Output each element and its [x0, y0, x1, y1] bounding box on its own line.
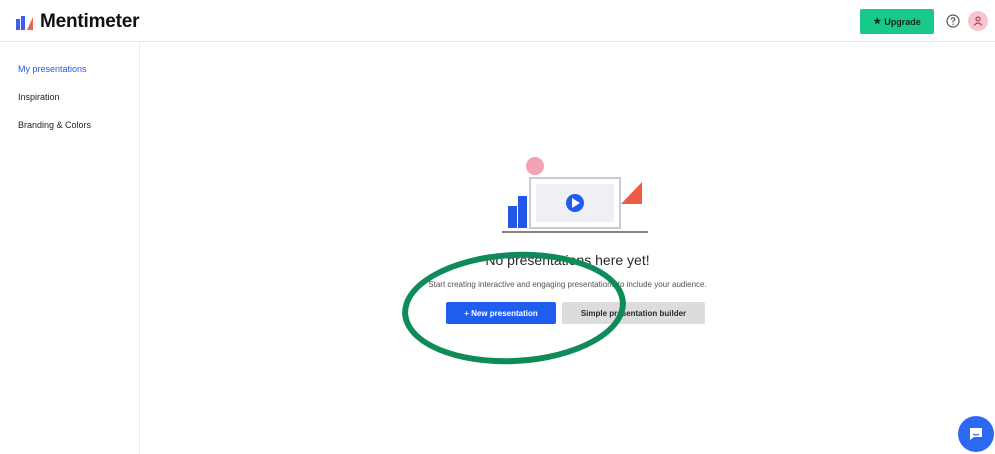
main-content: No presentations here yet! Start creatin… — [140, 42, 995, 454]
sidebar-item-branding-colors[interactable]: Branding & Colors — [0, 118, 139, 146]
sidebar-item-my-presentations[interactable]: My presentations — [0, 62, 139, 90]
chat-bubble-icon — [970, 428, 982, 440]
sidebar-item-inspiration[interactable]: Inspiration — [0, 90, 139, 118]
app-root: Mentimeter ★ Upgrade My presentations In… — [0, 0, 995, 454]
chat-launcher-button[interactable] — [958, 416, 994, 452]
blue-bar-short — [508, 206, 517, 228]
star-icon: ★ — [873, 16, 882, 26]
pink-circle-shape — [526, 157, 544, 175]
user-icon — [973, 16, 983, 26]
top-bar: Mentimeter ★ Upgrade — [0, 0, 995, 42]
upgrade-label: Upgrade — [884, 16, 921, 27]
mentimeter-logo-icon — [16, 16, 33, 30]
blue-bar-tall — [518, 196, 527, 228]
empty-state-title: No presentations here yet! — [485, 252, 650, 268]
avatar[interactable] — [968, 11, 988, 31]
brand-name: Mentimeter — [40, 11, 140, 32]
simple-presentation-builder-button[interactable]: Simple presentation builder — [562, 302, 705, 324]
upgrade-button[interactable]: ★ Upgrade — [860, 9, 934, 34]
empty-state-subtitle: Start creating interactive and engaging … — [428, 280, 707, 289]
orange-triangle-shape — [621, 182, 642, 204]
new-presentation-button[interactable]: + New presentation — [446, 302, 556, 324]
help-circle-icon[interactable] — [946, 14, 960, 28]
sidebar: My presentations Inspiration Branding & … — [0, 42, 140, 454]
empty-state-illustration — [502, 157, 648, 233]
brand[interactable]: Mentimeter — [16, 11, 140, 33]
